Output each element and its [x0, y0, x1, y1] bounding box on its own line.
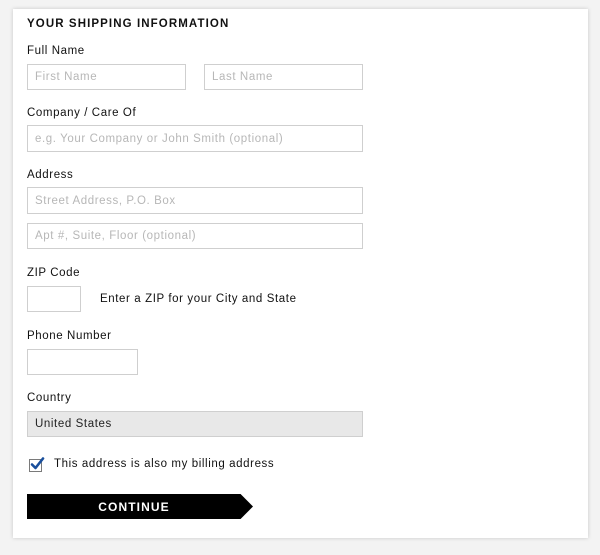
full-name-label: Full Name: [27, 45, 85, 57]
zip-label: ZIP Code: [27, 267, 81, 279]
address-label: Address: [27, 169, 74, 181]
company-input[interactable]: [27, 125, 363, 152]
continue-button[interactable]: CONTINUE: [27, 494, 253, 519]
billing-checkbox-label: This address is also my billing address: [54, 458, 275, 470]
form-title: YOUR SHIPPING INFORMATION: [27, 18, 230, 30]
checkmark-icon: [30, 457, 45, 470]
apt-suite-input[interactable]: [27, 223, 363, 249]
phone-input[interactable]: [27, 349, 138, 375]
country-select[interactable]: United States: [27, 411, 363, 437]
billing-checkbox[interactable]: [29, 457, 45, 472]
first-name-input[interactable]: [27, 64, 186, 90]
street-address-input[interactable]: [27, 187, 363, 214]
last-name-input[interactable]: [204, 64, 363, 90]
phone-label: Phone Number: [27, 330, 112, 342]
country-label: Country: [27, 392, 72, 404]
zip-hint: Enter a ZIP for your City and State: [100, 293, 297, 305]
zip-input[interactable]: [27, 286, 81, 312]
shipping-form-card: YOUR SHIPPING INFORMATION Full Name Comp…: [13, 9, 588, 538]
company-label: Company / Care Of: [27, 107, 137, 119]
continue-button-label: CONTINUE: [98, 499, 170, 514]
country-value: United States: [35, 418, 112, 430]
